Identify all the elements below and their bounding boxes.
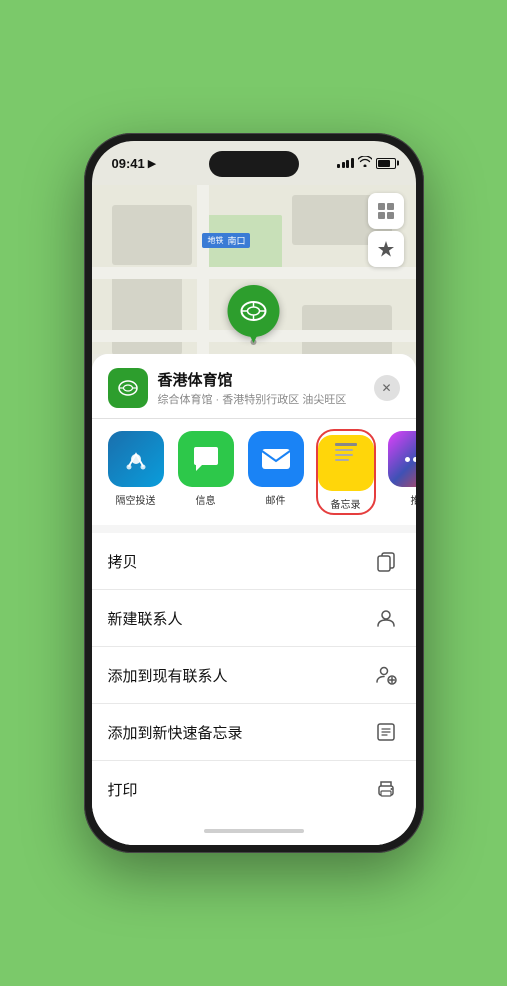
new-contact-label: 新建联系人	[108, 608, 183, 629]
location-button[interactable]	[368, 231, 404, 267]
share-item-airdrop[interactable]: 隔空投送	[108, 431, 164, 513]
notes-label: 备忘录	[331, 496, 361, 511]
mail-icon	[248, 431, 304, 487]
map-controls	[368, 193, 404, 267]
quick-note-label: 添加到新快速备忘录	[108, 722, 243, 743]
messages-label: 信息	[196, 492, 216, 507]
map-block	[112, 275, 182, 354]
map-area[interactable]: 地铁 南口 香港体育馆	[92, 185, 416, 354]
action-copy[interactable]: 拷贝	[92, 533, 416, 590]
share-item-more[interactable]: 推	[388, 431, 416, 513]
phone-frame: 09:41 ▶	[84, 133, 424, 853]
status-icons	[337, 156, 396, 170]
home-indicator	[92, 817, 416, 845]
status-time: 09:41	[112, 156, 145, 171]
copy-label: 拷贝	[108, 551, 138, 572]
map-type-button[interactable]	[368, 193, 404, 229]
share-item-messages[interactable]: 信息	[178, 431, 234, 513]
pin-icon	[228, 285, 280, 337]
venue-name: 香港体育馆	[158, 369, 364, 390]
share-item-notes[interactable]: 备忘录	[318, 431, 374, 513]
signal-bars-icon	[337, 158, 354, 168]
map-road	[92, 267, 416, 279]
map-road	[197, 185, 209, 354]
print-label: 打印	[108, 779, 138, 800]
messages-icon	[178, 431, 234, 487]
mail-label: 邮件	[266, 492, 286, 507]
dynamic-island	[209, 151, 299, 177]
venue-subtitle: 综合体育馆 · 香港特别行政区 油尖旺区	[158, 391, 364, 407]
airdrop-label: 隔空投送	[116, 492, 156, 507]
action-print[interactable]: 打印	[92, 761, 416, 817]
venue-header: 香港体育馆 综合体育馆 · 香港特别行政区 油尖旺区 ✕	[92, 354, 416, 418]
new-contact-icon	[372, 604, 400, 632]
share-row: 隔空投送 信息	[92, 418, 416, 525]
venue-icon	[108, 368, 148, 408]
action-new-contact[interactable]: 新建联系人	[92, 590, 416, 647]
more-icon	[388, 431, 416, 487]
add-existing-icon	[372, 661, 400, 689]
action-add-existing[interactable]: 添加到现有联系人	[92, 647, 416, 704]
more-label: 推	[411, 492, 416, 507]
action-list: 拷贝 新建联系人	[92, 533, 416, 817]
venue-info: 香港体育馆 综合体育馆 · 香港特别行政区 油尖旺区	[158, 369, 364, 407]
print-icon	[372, 775, 400, 803]
location-arrow-icon: ▶	[148, 157, 156, 170]
close-button[interactable]: ✕	[374, 375, 400, 401]
map-block	[112, 205, 192, 265]
notes-icon	[318, 435, 374, 491]
bottom-sheet: 香港体育馆 综合体育馆 · 香港特别行政区 油尖旺区 ✕	[92, 354, 416, 845]
home-bar	[204, 829, 304, 833]
quick-note-icon	[372, 718, 400, 746]
wifi-icon	[358, 156, 372, 170]
copy-icon	[372, 547, 400, 575]
phone-screen: 09:41 ▶	[92, 141, 416, 845]
share-item-mail[interactable]: 邮件	[248, 431, 304, 513]
action-quick-note[interactable]: 添加到新快速备忘录	[92, 704, 416, 761]
location-pin: 香港体育馆	[222, 285, 285, 354]
airdrop-icon	[108, 431, 164, 487]
add-existing-label: 添加到现有联系人	[108, 665, 228, 686]
subway-label: 地铁 南口	[202, 233, 250, 248]
battery-icon	[376, 158, 396, 169]
